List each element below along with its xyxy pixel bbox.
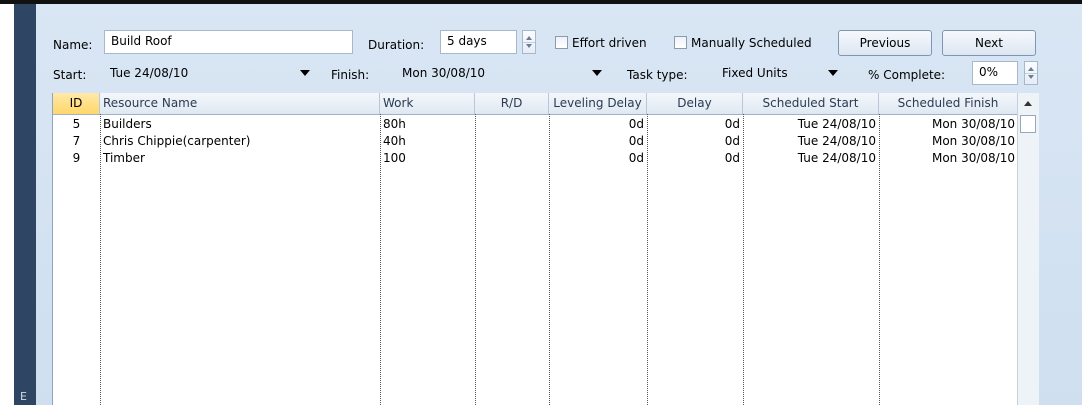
cell-work: 100: [383, 151, 406, 165]
chevron-down-icon: [300, 70, 310, 76]
duration-label: Duration:: [368, 38, 425, 52]
cell-delay: 0d: [724, 151, 740, 165]
cell-rd: [475, 116, 549, 133]
cell-resource-name: Chris Chippie(carpenter): [103, 134, 251, 148]
name-label-text: Name:: [53, 38, 93, 52]
manually-scheduled-label: Manually Scheduled: [691, 36, 812, 50]
manually-scheduled-checkbox[interactable]: [674, 36, 687, 49]
name-field[interactable]: Build Roof: [104, 30, 353, 54]
task-type-dropdown[interactable]: Fixed Units: [716, 63, 842, 85]
chevron-down-icon: [828, 70, 838, 76]
cell-id: 5: [72, 117, 81, 131]
cell-scheduled-finish: Mon 30/08/10: [931, 117, 1015, 131]
cell-scheduled-start: Tue 24/08/10: [797, 151, 876, 165]
col-work[interactable]: Work: [380, 93, 475, 114]
vertical-scrollbar[interactable]: [1017, 93, 1039, 405]
finish-value: Mon 30/08/10: [402, 66, 486, 80]
scrollbar-thumb[interactable]: [1020, 115, 1036, 133]
cell-leveling-delay: 0d: [628, 134, 644, 148]
view-bar-label: E: [20, 390, 27, 403]
complete-spinner-icon[interactable]: [1024, 61, 1038, 85]
table-row[interactable]: 5 Builders 80h 0d 0d Tue 24/08/10 Mon 30…: [53, 116, 1018, 133]
cell-delay: 0d: [724, 134, 740, 148]
cell-scheduled-start: Tue 24/08/10: [797, 134, 876, 148]
table-row[interactable]: 7 Chris Chippie(carpenter) 40h 0d 0d Tue…: [53, 133, 1018, 150]
resource-table: ID Resource Name Work R/D Leveling Delay…: [52, 93, 1039, 405]
effort-driven-label: Effort driven: [572, 36, 647, 50]
cell-work: 80h: [383, 117, 406, 131]
start-value: Tue 24/08/10: [110, 66, 189, 80]
cell-id: 9: [72, 151, 81, 165]
view-bar: E: [14, 4, 36, 405]
task-type-value: Fixed Units: [722, 66, 788, 80]
start-label: Start:: [53, 68, 87, 82]
finish-dropdown[interactable]: Mon 30/08/10: [396, 63, 606, 85]
complete-label: % Complete:: [868, 68, 946, 82]
col-scheduled-start[interactable]: Scheduled Start: [743, 93, 879, 114]
start-dropdown[interactable]: Tue 24/08/10: [104, 63, 314, 85]
duration-field[interactable]: 5 days: [440, 30, 517, 54]
cell-resource-name: Builders: [103, 117, 152, 131]
cell-leveling-delay: 0d: [628, 117, 644, 131]
cell-leveling-delay: 0d: [628, 151, 644, 165]
cell-id: 7: [72, 134, 81, 148]
col-id[interactable]: ID: [53, 93, 100, 114]
scroll-up-icon[interactable]: [1024, 101, 1032, 106]
cell-work: 40h: [383, 134, 406, 148]
cell-rd: [475, 150, 549, 167]
table-row[interactable]: 9 Timber 100 0d 0d Tue 24/08/10 Mon 30/0…: [53, 150, 1018, 167]
table-header: ID Resource Name Work R/D Leveling Delay…: [53, 93, 1039, 115]
cell-scheduled-start: Tue 24/08/10: [797, 117, 876, 131]
col-scheduled-finish[interactable]: Scheduled Finish: [879, 93, 1018, 114]
chevron-down-icon: [592, 70, 602, 76]
effort-driven-checkbox[interactable]: [555, 36, 568, 49]
task-type-label: Task type:: [627, 68, 688, 82]
cell-scheduled-finish: Mon 30/08/10: [931, 151, 1015, 165]
duration-spinner-icon[interactable]: [522, 30, 536, 54]
cell-scheduled-finish: Mon 30/08/10: [931, 134, 1015, 148]
finish-label: Finish:: [331, 68, 370, 82]
col-resource-name[interactable]: Resource Name: [100, 93, 380, 114]
col-leveling-delay[interactable]: Leveling Delay: [549, 93, 647, 114]
cell-rd: [475, 133, 549, 150]
name-label: Name:: [53, 38, 92, 52]
cell-delay: 0d: [724, 117, 740, 131]
complete-field[interactable]: 0%: [972, 61, 1018, 85]
col-rd[interactable]: R/D: [475, 93, 549, 114]
cell-resource-name: Timber: [103, 151, 145, 165]
previous-button[interactable]: Previous: [838, 30, 932, 56]
next-button[interactable]: Next: [942, 30, 1036, 56]
col-delay[interactable]: Delay: [647, 93, 743, 114]
